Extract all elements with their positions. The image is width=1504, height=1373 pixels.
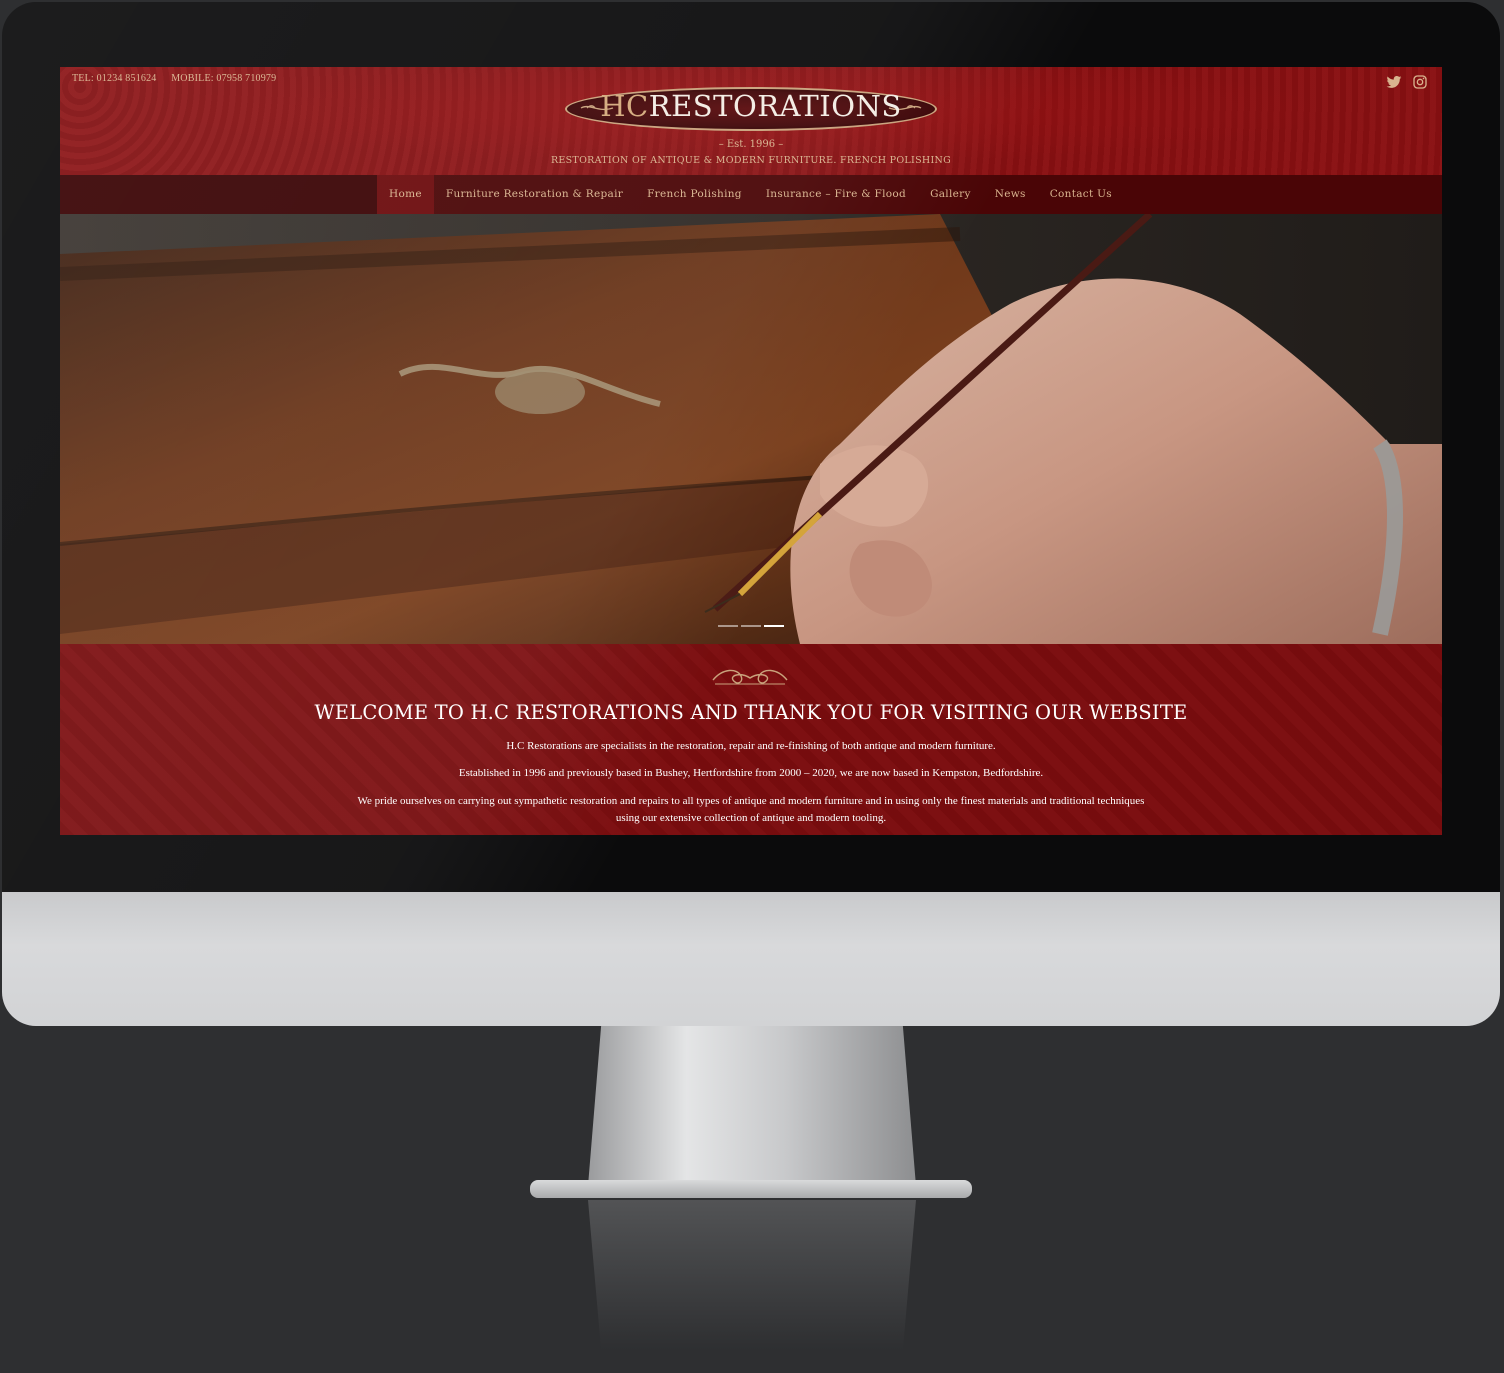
twitter-icon[interactable]: [1386, 74, 1402, 90]
welcome-paragraph-3: We pride ourselves on carrying out sympa…: [357, 795, 1145, 824]
monitor-chin: [2, 892, 1500, 1026]
stand-reflection: [588, 1200, 916, 1350]
logo-text: HCRESTORATIONS: [565, 89, 937, 123]
flourish-icon: [712, 669, 788, 685]
logo-restorations: RESTORATIONS: [648, 89, 902, 123]
nav-item-french-polishing[interactable]: French Polishing: [635, 175, 754, 214]
slider-dot-2[interactable]: [741, 625, 761, 627]
slider-dot-1[interactable]: [718, 625, 738, 627]
nav-item-insurance[interactable]: Insurance – Fire & Flood: [754, 175, 918, 214]
established-text: – Est. 1996 –: [718, 139, 784, 150]
logo-hc: HC: [600, 89, 649, 123]
monitor-stand-foot: [530, 1180, 972, 1198]
website-screen: TEL: 01234 851624 MOBILE: 07958 710979 H…: [60, 67, 1442, 835]
social-links: [1386, 74, 1428, 90]
hero-slider[interactable]: [60, 214, 1442, 644]
contact-strip: TEL: 01234 851624 MOBILE: 07958 710979: [72, 73, 288, 84]
mobile-number[interactable]: MOBILE: 07958 710979: [171, 73, 276, 84]
welcome-section: WELCOME TO H.C RESTORATIONS AND THANK YO…: [60, 644, 1442, 835]
slider-dots: [718, 625, 784, 627]
monitor-stand: [588, 1026, 916, 1186]
nav-list: Home Furniture Restoration & Repair Fren…: [377, 175, 1124, 214]
nav-item-furniture-restoration[interactable]: Furniture Restoration & Repair: [434, 175, 635, 214]
nav-item-home[interactable]: Home: [377, 175, 434, 214]
nav-item-news[interactable]: News: [983, 175, 1038, 214]
monitor-mockup: TEL: 01234 851624 MOBILE: 07958 710979 H…: [0, 0, 1504, 1373]
nav-item-contact[interactable]: Contact Us: [1038, 175, 1124, 214]
welcome-paragraph-2: Established in 1996 and previously based…: [458, 767, 1044, 779]
hero-image: [60, 214, 1442, 644]
main-nav: Home Furniture Restoration & Repair Fren…: [60, 175, 1442, 214]
nav-shade: [60, 175, 377, 214]
nav-item-gallery[interactable]: Gallery: [918, 175, 983, 214]
welcome-heading: WELCOME TO H.C RESTORATIONS AND THANK YO…: [314, 701, 1188, 724]
slider-dot-3[interactable]: [764, 625, 784, 627]
welcome-paragraph-1: H.C Restorations are specialists in the …: [506, 740, 996, 752]
instagram-icon[interactable]: [1412, 74, 1428, 90]
site-header: TEL: 01234 851624 MOBILE: 07958 710979 H…: [60, 67, 1442, 175]
tel-number[interactable]: TEL: 01234 851624: [72, 73, 157, 84]
site-logo[interactable]: HCRESTORATIONS: [565, 87, 937, 131]
tagline: RESTORATION OF ANTIQUE & MODERN FURNITUR…: [550, 155, 952, 166]
